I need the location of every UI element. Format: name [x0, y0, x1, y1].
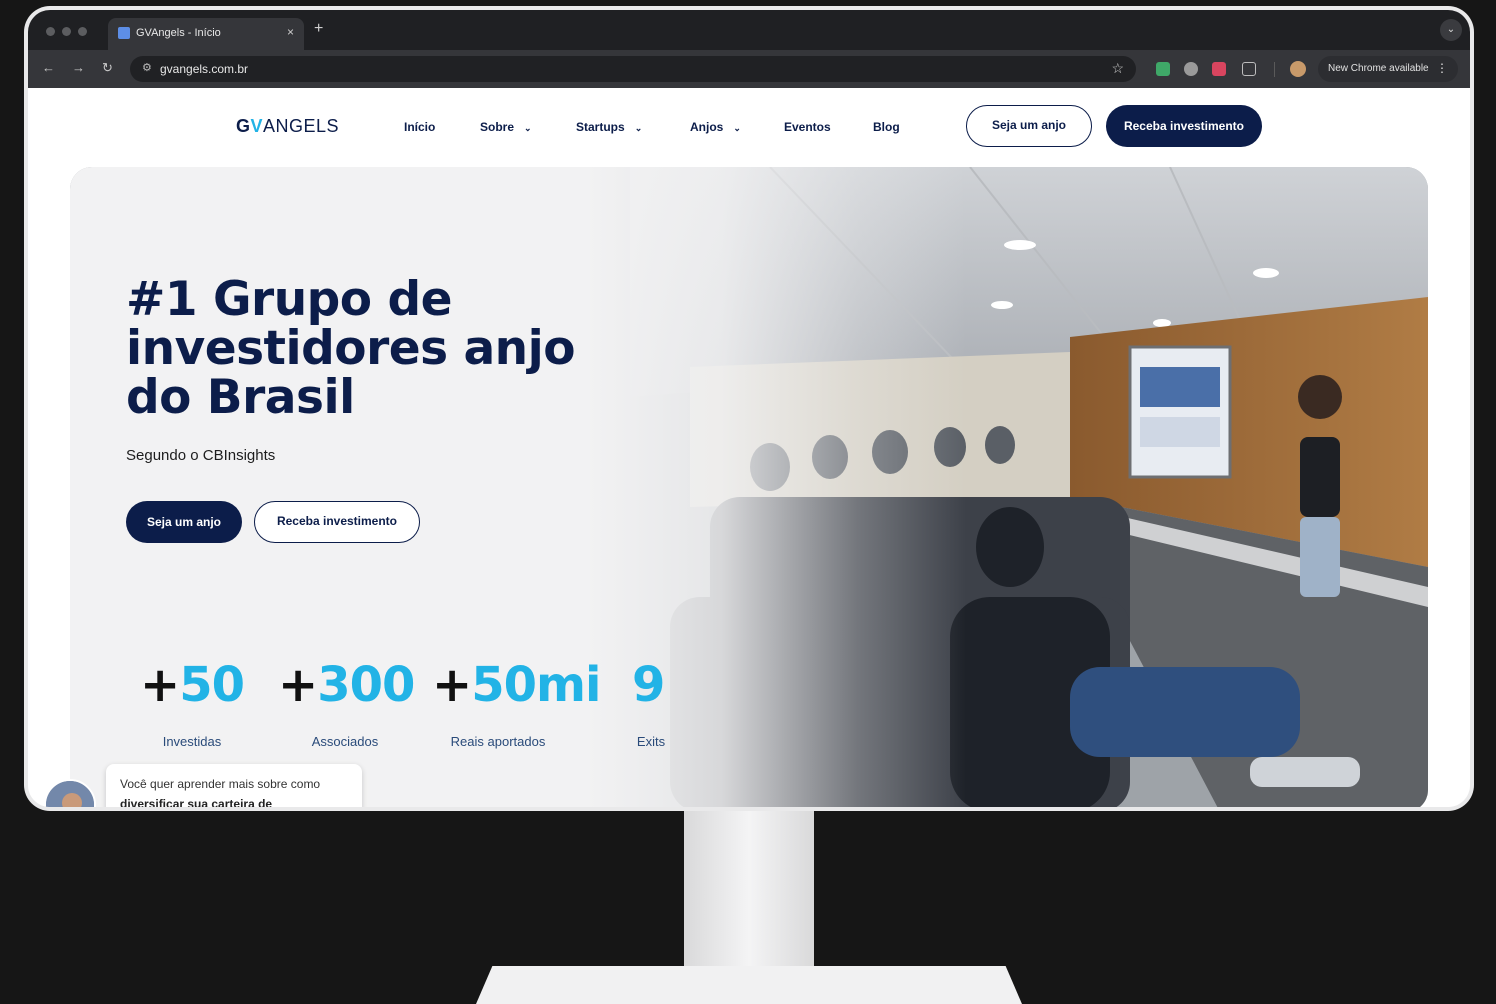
- tab-close-icon[interactable]: ×: [287, 25, 294, 39]
- hero-section: #1 Grupo de investidores anjo do Brasil …: [70, 167, 1428, 807]
- logo-angels: ANGELS: [263, 116, 340, 136]
- chevron-down-icon: ⌄: [733, 123, 741, 133]
- chrome-update-label: New Chrome available: [1328, 63, 1429, 74]
- back-icon[interactable]: ←: [42, 60, 55, 75]
- address-bar[interactable]: ⚙ gvangels.com.br ☆: [130, 56, 1136, 82]
- browser-tab-bar: GVAngels - Início × + ⌄: [28, 10, 1470, 50]
- stat-investidas-value: +50: [140, 657, 245, 713]
- stat-exits-value: 9: [632, 657, 665, 713]
- monitor-stand-base: [476, 966, 1022, 1004]
- profile-avatar[interactable]: [1290, 61, 1306, 77]
- header-angel-button[interactable]: Seja um anjo: [966, 105, 1092, 147]
- stat-exits-label: Exits: [636, 734, 666, 749]
- window-maximize-dot[interactable]: [78, 27, 87, 36]
- monitor-frame: GVAngels - Início × + ⌄ ← → ↻ ⚙ gvangels…: [24, 6, 1474, 811]
- nav-blog[interactable]: Blog: [873, 120, 900, 134]
- extension-icon[interactable]: [1156, 62, 1170, 76]
- hero-subtitle: Segundo o CBInsights: [126, 447, 276, 464]
- forward-icon[interactable]: →: [72, 60, 85, 75]
- chat-line-2: diversificar sua carteira de: [120, 797, 273, 807]
- nav-sobre[interactable]: Sobre ⌄: [480, 120, 532, 134]
- web-page: GVANGELS Início Sobre ⌄ Startups ⌄ Anjos ⌄ …: [28, 88, 1470, 807]
- stat-associados-label: Associados: [311, 734, 379, 749]
- browser-toolbar: ← → ↻ ⚙ gvangels.com.br ☆ New Chrome ava…: [28, 50, 1470, 88]
- logo-g: G: [236, 116, 251, 136]
- hero-fade-overlay: [70, 167, 1428, 807]
- bookmark-star-icon[interactable]: ☆: [1111, 60, 1124, 77]
- stat-reais-value: +50mi: [432, 657, 601, 713]
- nav-inicio[interactable]: Início: [404, 120, 435, 134]
- headline-line-1: #1 Grupo de: [126, 272, 452, 327]
- monitor-stand-neck: [684, 811, 814, 976]
- browser-tab[interactable]: GVAngels - Início ×: [108, 18, 304, 50]
- site-logo[interactable]: GVANGELS: [236, 116, 339, 137]
- hero-angel-button[interactable]: Seja um anjo: [126, 501, 242, 543]
- stat-reais-label: Reais aportados: [450, 734, 546, 749]
- chat-message-bubble[interactable]: Você quer aprender mais sobre como diver…: [106, 764, 362, 807]
- new-tab-button[interactable]: +: [314, 20, 323, 38]
- chat-line-1: Você quer aprender mais sobre como: [120, 777, 321, 791]
- header-investment-button[interactable]: Receba investimento: [1106, 105, 1262, 147]
- toolbar-divider: [1274, 62, 1275, 77]
- stat-investidas-label: Investidas: [162, 734, 222, 749]
- window-close-dot[interactable]: [46, 27, 55, 36]
- screen: GVAngels - Início × + ⌄ ← → ↻ ⚙ gvangels…: [28, 10, 1470, 807]
- hero-headline: #1 Grupo de investidores anjo do Brasil: [126, 272, 576, 425]
- site-settings-icon[interactable]: ⚙: [142, 61, 152, 74]
- chrome-menu-icon[interactable]: ⋮: [1436, 61, 1448, 75]
- chevron-down-icon: ⌄: [524, 123, 532, 133]
- camera-extension-icon[interactable]: [1184, 62, 1198, 76]
- logo-v: V: [250, 116, 264, 136]
- hero-investment-button[interactable]: Receba investimento: [254, 501, 420, 543]
- nav-startups[interactable]: Startups ⌄: [576, 120, 642, 134]
- nav-anjos[interactable]: Anjos ⌄: [690, 120, 741, 134]
- nav-eventos[interactable]: Eventos: [784, 120, 831, 134]
- reload-icon[interactable]: ↻: [102, 60, 113, 76]
- headline-line-2: investidores anjo: [126, 321, 576, 376]
- headline-line-3: do Brasil: [126, 370, 355, 425]
- url-text[interactable]: gvangels.com.br: [160, 62, 248, 76]
- notification-extension-icon[interactable]: [1212, 62, 1226, 76]
- tab-search-button[interactable]: ⌄: [1440, 19, 1462, 41]
- chrome-update-button[interactable]: New Chrome available ⋮: [1318, 56, 1458, 82]
- tab-title: GVAngels - Início: [136, 27, 221, 39]
- extensions-puzzle-icon[interactable]: [1242, 62, 1256, 76]
- site-favicon-icon: [118, 27, 130, 39]
- chevron-down-icon: ⌄: [634, 123, 643, 133]
- stat-associados-value: +300: [278, 657, 415, 713]
- window-minimize-dot[interactable]: [62, 27, 71, 36]
